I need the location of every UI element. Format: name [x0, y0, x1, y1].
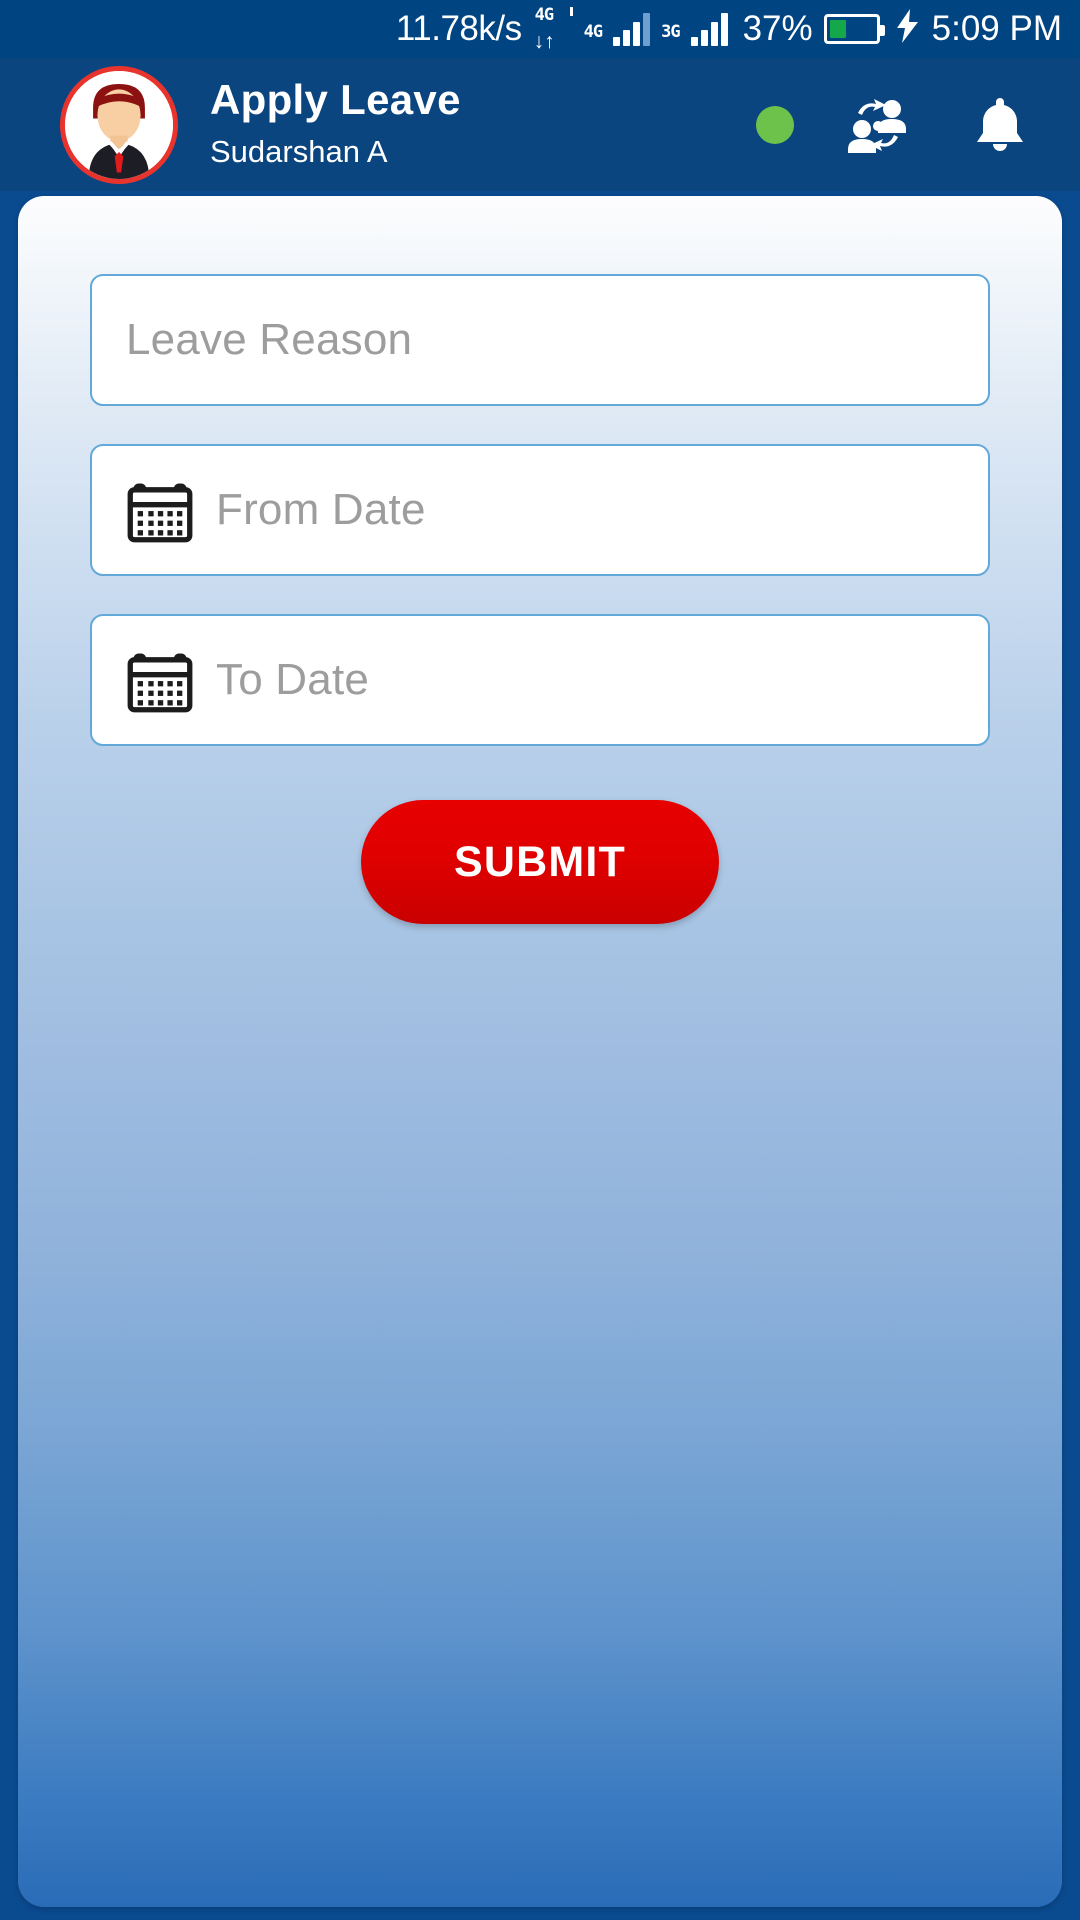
calendar-icon-glyph	[127, 483, 193, 543]
signal-bar-3	[633, 22, 641, 46]
calendar-icon	[126, 646, 194, 714]
apply-leave-form: Leave Reason From Date To Date SUBMIT	[18, 196, 1062, 924]
switch-user-icon	[848, 98, 906, 153]
avatar-person-illustration	[65, 70, 173, 179]
to-date-placeholder: To Date	[216, 655, 370, 704]
signal-bar-4	[643, 13, 651, 46]
charging-bolt-icon	[896, 9, 919, 49]
switch-user-button[interactable]	[840, 87, 916, 163]
signal-bar-2	[700, 30, 708, 46]
calendar-icon	[126, 476, 194, 544]
data-transfer-label: 4G	[534, 5, 555, 25]
signal-bar-4	[720, 13, 728, 46]
online-status-dot	[756, 105, 794, 144]
network-speed-text: 11.78k/s	[395, 9, 522, 48]
data-transfer-tick	[569, 7, 573, 16]
signal-bar-1	[690, 37, 698, 46]
battery-percent-text: 37%	[742, 9, 813, 48]
leave-reason-input[interactable]: Leave Reason	[90, 274, 990, 406]
header-title-block: Apply Leave Sudarshan A	[210, 76, 461, 172]
data-transfer-4g-icon: 4G ↓↑	[533, 5, 573, 53]
network-tag-4g: 4G	[583, 22, 604, 42]
app-header: Apply Leave Sudarshan A	[0, 58, 1080, 191]
bell-icon	[977, 97, 1023, 151]
submit-button[interactable]: SUBMIT	[361, 800, 719, 924]
content-card: Leave Reason From Date To Date SUBMIT	[18, 196, 1062, 1907]
leave-reason-placeholder: Leave Reason	[126, 315, 413, 364]
signal-bars-sim1	[613, 12, 651, 46]
battery-fill	[829, 20, 846, 38]
status-bar: 11.78k/s 4G ↓↑ 4G 3G 37% 5:09 PM	[0, 0, 1080, 58]
user-name-label: Sudarshan A	[210, 133, 388, 169]
signal-bar-1	[613, 37, 621, 46]
header-actions	[756, 87, 1050, 163]
battery-icon	[823, 14, 885, 44]
notifications-button[interactable]	[962, 87, 1038, 163]
from-date-placeholder: From Date	[216, 485, 426, 534]
page-title: Apply Leave	[210, 76, 461, 124]
to-date-input[interactable]: To Date	[90, 614, 990, 746]
from-date-input[interactable]: From Date	[90, 444, 990, 576]
network-tag-3g: 3G	[661, 22, 681, 42]
avatar[interactable]	[60, 65, 178, 184]
submit-row: SUBMIT	[90, 800, 990, 924]
clock-text: 5:09 PM	[931, 9, 1062, 48]
signal-bars-sim2	[690, 12, 728, 46]
data-transfer-arrows: ↓↑	[533, 30, 555, 53]
signal-bar-2	[623, 30, 631, 46]
signal-bar-3	[710, 22, 718, 46]
calendar-icon-glyph	[127, 653, 193, 713]
